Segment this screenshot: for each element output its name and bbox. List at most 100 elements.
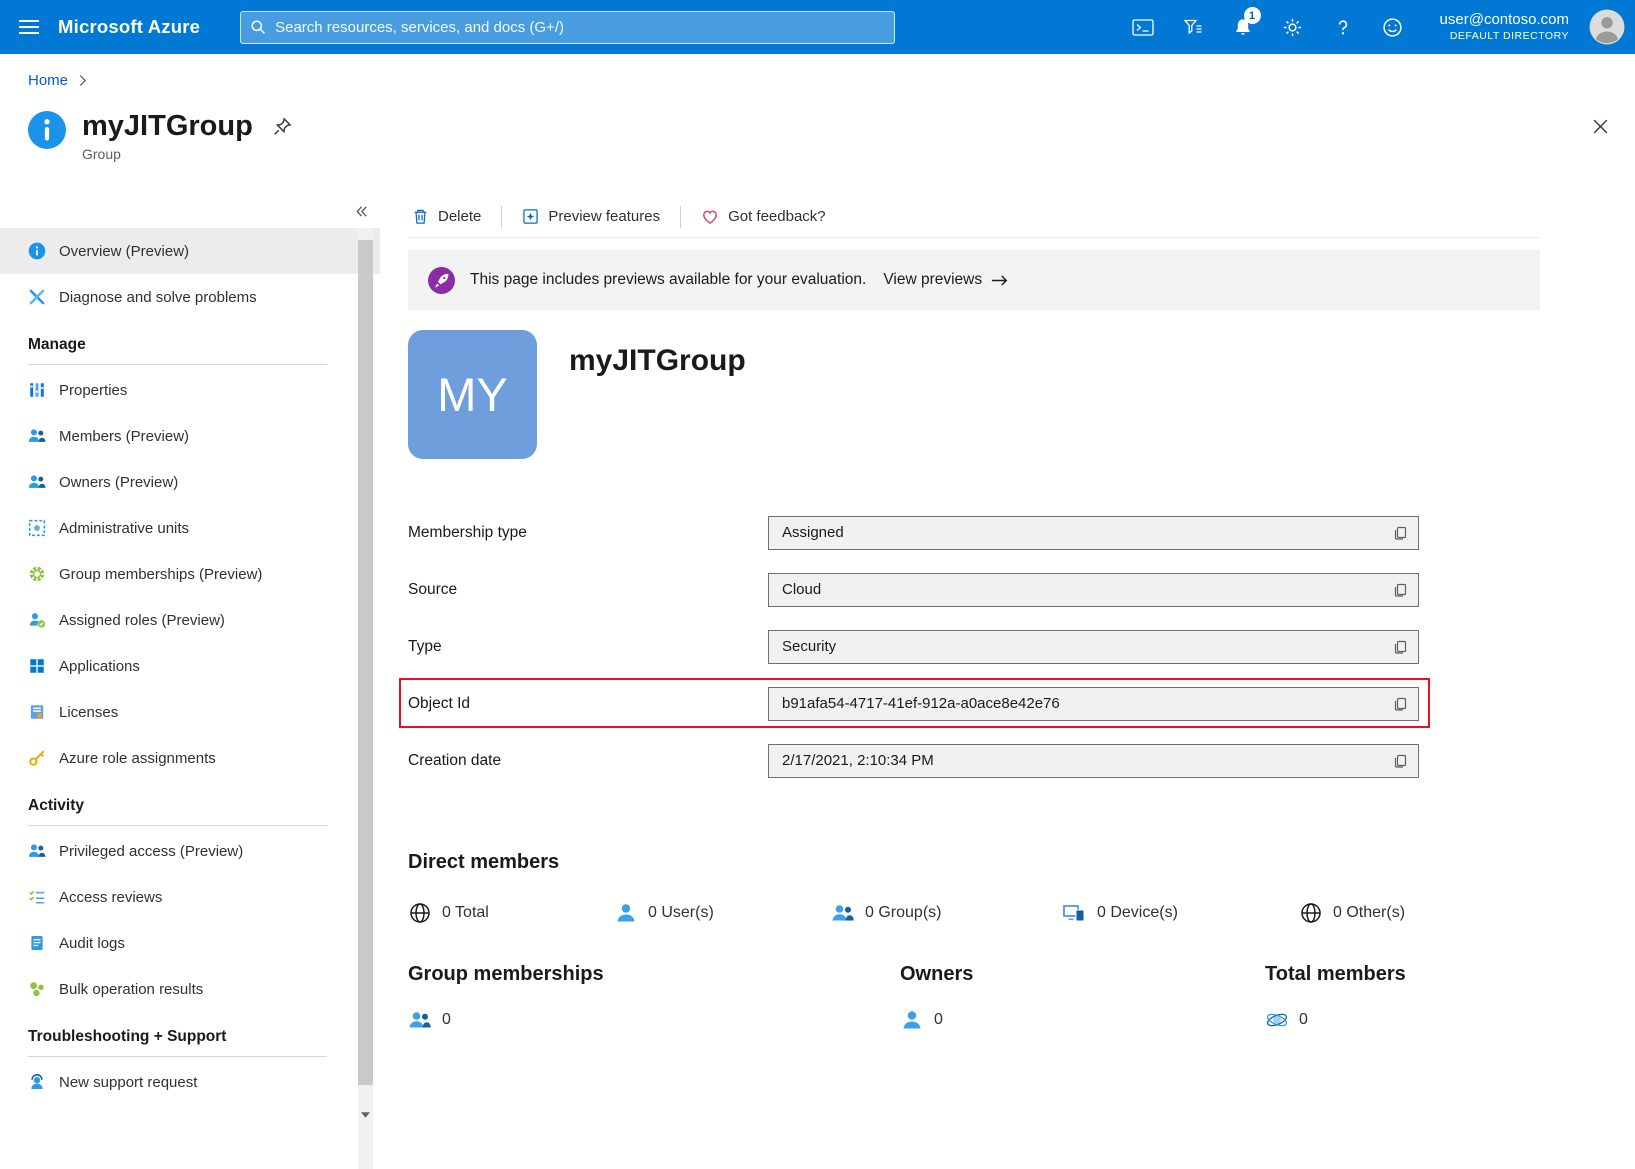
group-overview-blade: Delete Preview features Got feedback? Th…: [408, 196, 1540, 1032]
sidebar-item-bulk-operation-results[interactable]: Bulk operation results: [0, 966, 380, 1012]
summary-section: Group memberships 0 Owners 0 Total membe…: [408, 963, 1540, 1032]
copy-button[interactable]: [1386, 690, 1414, 718]
sidebar-item-label: New support request: [59, 1074, 197, 1091]
stat-groups[interactable]: 0 Group(s): [831, 901, 1061, 925]
stat-label: 0 Other(s): [1333, 904, 1405, 922]
globe-icon: [408, 901, 432, 925]
copy-icon: [1392, 525, 1408, 541]
directory-filter-button[interactable]: [1168, 0, 1218, 54]
stat-others[interactable]: 0 Other(s): [1299, 901, 1405, 925]
menu-icon[interactable]: [0, 0, 58, 54]
notifications-button[interactable]: 1: [1218, 0, 1268, 54]
feedback-link[interactable]: Got feedback?: [697, 208, 830, 226]
sidebar-scrollbar[interactable]: [358, 228, 373, 1169]
settings-button[interactable]: [1268, 0, 1318, 54]
sidebar-item-group-memberships[interactable]: Group memberships (Preview): [0, 551, 380, 597]
sidebar-item-access-reviews[interactable]: Access reviews: [0, 874, 380, 920]
sidebar-item-azure-role-assignments[interactable]: Azure role assignments: [0, 735, 380, 781]
sidebar-item-privileged-access[interactable]: Privileged access (Preview): [0, 828, 380, 874]
notification-badge: 1: [1244, 7, 1261, 24]
sidebar-item-label: Members (Preview): [59, 428, 189, 445]
summary-group-memberships[interactable]: Group memberships 0: [408, 963, 900, 1032]
sidebar-item-applications[interactable]: Applications: [0, 643, 380, 689]
copy-icon: [1392, 696, 1408, 712]
field-value: b91afa54-4717-41ef-912a-a0ace8e42e76: [782, 695, 1060, 712]
type-value[interactable]: Security: [768, 630, 1419, 664]
preview-banner: This page includes previews available fo…: [408, 250, 1540, 310]
summary-total-members[interactable]: Total members 0: [1265, 963, 1406, 1032]
sidebar-item-audit-logs[interactable]: Audit logs: [0, 920, 380, 966]
membership-type-value[interactable]: Assigned: [768, 516, 1419, 550]
copy-button[interactable]: [1386, 576, 1414, 604]
field-value: Security: [782, 638, 836, 655]
page-header: myJITGroup Group: [27, 110, 1609, 162]
azure-topbar: Microsoft Azure 1 user@contoso.com DEFAU…: [0, 0, 1635, 54]
collapse-sidebar-button[interactable]: [348, 199, 374, 223]
feedback-smiley-icon: [1382, 17, 1403, 38]
stat-label: 0 Total: [442, 904, 489, 922]
creation-date-value[interactable]: 2/17/2021, 2:10:34 PM: [768, 744, 1419, 778]
sidebar-item-label: Administrative units: [59, 520, 189, 537]
help-button[interactable]: [1318, 0, 1368, 54]
view-previews-label: View previews: [883, 271, 982, 289]
scrollbar-thumb[interactable]: [358, 240, 373, 1085]
field-row-creation-date: Creation date 2/17/2021, 2:10:34 PM: [408, 732, 1540, 789]
sidebar-section-manage: Manage: [28, 336, 327, 365]
group-properties: Membership type Assigned Source Cloud Ty…: [408, 504, 1540, 789]
sidebar-item-label: Overview (Preview): [59, 243, 189, 260]
sidebar-item-label: Bulk operation results: [59, 981, 203, 998]
breadcrumb-home-link[interactable]: Home: [28, 72, 68, 89]
source-value[interactable]: Cloud: [768, 573, 1419, 607]
properties-icon: [28, 381, 46, 399]
group-avatar: MY: [408, 330, 537, 459]
stat-users[interactable]: 0 User(s): [614, 901, 831, 925]
cloud-shell-button[interactable]: [1118, 0, 1168, 54]
stat-total[interactable]: 0 Total: [408, 901, 614, 925]
divider: [501, 206, 502, 228]
sidebar-item-diagnose[interactable]: Diagnose and solve problems: [0, 274, 380, 320]
search-input[interactable]: [240, 11, 895, 44]
close-blade-button[interactable]: [1592, 118, 1609, 135]
copy-button[interactable]: [1386, 633, 1414, 661]
view-previews-link[interactable]: View previews: [883, 271, 1009, 289]
summary-owners[interactable]: Owners 0: [900, 963, 1265, 1032]
preview-features-button[interactable]: Preview features: [518, 208, 664, 225]
sidebar-item-label: Licenses: [59, 704, 118, 721]
delete-button[interactable]: Delete: [408, 208, 485, 225]
topbar-actions: 1 user@contoso.com DEFAULT DIRECTORY: [1118, 0, 1635, 54]
page-subtitle: Group: [82, 146, 253, 162]
info-icon: [28, 242, 46, 260]
group-name: myJITGroup: [569, 344, 746, 459]
sidebar-item-overview[interactable]: Overview (Preview): [0, 228, 380, 274]
bulk-results-icon: [28, 980, 46, 998]
sidebar-item-licenses[interactable]: Licenses: [0, 689, 380, 735]
copy-button[interactable]: [1386, 519, 1414, 547]
sidebar-item-new-support-request[interactable]: New support request: [0, 1059, 380, 1105]
sidebar-item-properties[interactable]: Properties: [0, 367, 380, 413]
field-row-membership-type: Membership type Assigned: [408, 504, 1540, 561]
double-chevron-left-icon: [354, 204, 369, 219]
direct-members-title: Direct members: [408, 851, 1540, 874]
help-question-icon: [1333, 17, 1353, 38]
summary-value: 0: [442, 1011, 451, 1029]
group-icon: [831, 901, 855, 925]
scroll-down-arrow-icon[interactable]: [358, 1107, 373, 1123]
sidebar-item-label: Properties: [59, 382, 127, 399]
azure-brand[interactable]: Microsoft Azure: [58, 16, 200, 38]
sidebar-item-admin-units[interactable]: Administrative units: [0, 505, 380, 551]
stat-devices[interactable]: 0 Device(s): [1061, 901, 1299, 925]
direct-members-section: Direct members 0 Total 0 User(s) 0 Group…: [408, 851, 1540, 925]
object-id-value[interactable]: b91afa54-4717-41ef-912a-a0ace8e42e76: [768, 687, 1419, 721]
grid-icon: [28, 657, 46, 675]
account-info[interactable]: user@contoso.com DEFAULT DIRECTORY: [1440, 10, 1569, 43]
copy-button[interactable]: [1386, 747, 1414, 775]
field-label: Creation date: [408, 752, 768, 770]
person-check-icon: [28, 611, 46, 629]
trash-icon: [412, 208, 429, 225]
sidebar-item-owners[interactable]: Owners (Preview): [0, 459, 380, 505]
pin-button[interactable]: [273, 117, 292, 136]
sidebar-item-members[interactable]: Members (Preview): [0, 413, 380, 459]
feedback-button[interactable]: [1368, 0, 1418, 54]
avatar[interactable]: [1579, 0, 1635, 54]
sidebar-item-assigned-roles[interactable]: Assigned roles (Preview): [0, 597, 380, 643]
